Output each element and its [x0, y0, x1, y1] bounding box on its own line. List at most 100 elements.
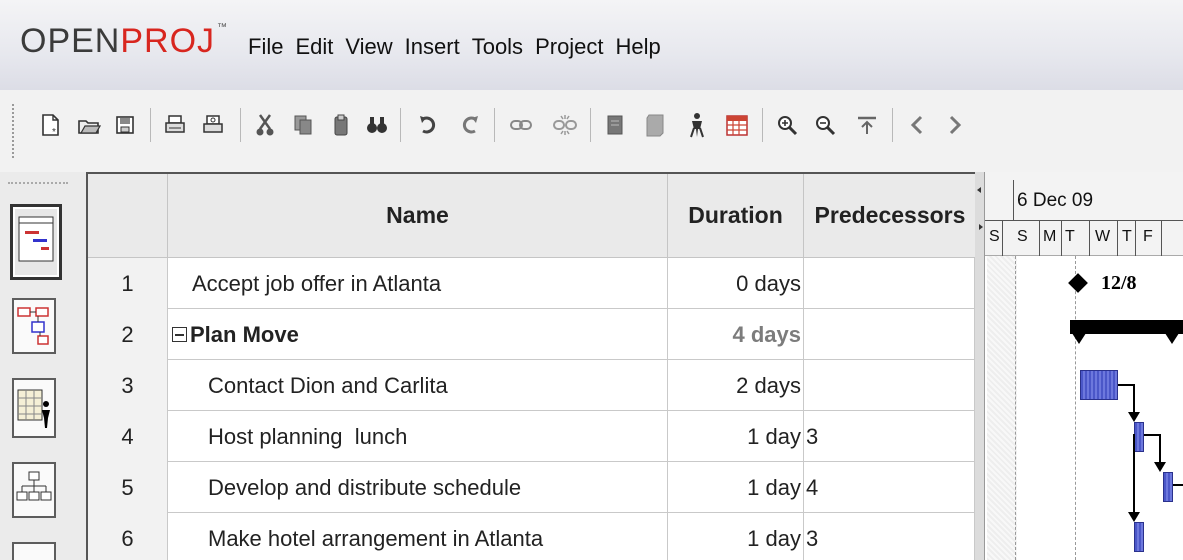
toolbar: * — [0, 90, 1183, 172]
gantt-timescale: 6 Dec 09 S S M T W T F — [985, 172, 1183, 256]
task-predecessors[interactable]: 3 — [804, 411, 975, 462]
milestone-label: 12/8 — [1101, 272, 1137, 294]
dependency-arrow — [1154, 462, 1166, 472]
day-divider — [1161, 220, 1162, 256]
resource-view-button[interactable] — [12, 378, 56, 438]
gantt-chart[interactable]: 6 Dec 09 S S M T W T F 12/8 — [985, 172, 1183, 560]
task-name[interactable]: Contact Dion and Carlita — [168, 360, 668, 411]
task-name[interactable]: Develop and distribute schedule — [168, 462, 668, 513]
scroll-right-icon[interactable] — [940, 110, 970, 140]
cut-icon[interactable] — [250, 110, 280, 140]
task-name-cell[interactable]: Plan Move — [168, 309, 668, 360]
menu-insert[interactable]: Insert — [403, 34, 462, 60]
task-duration[interactable]: 4 days — [668, 309, 804, 360]
toolbar-separator — [590, 108, 591, 142]
toolbar-separator — [240, 108, 241, 142]
table-row[interactable]: 5 Develop and distribute schedule 1 day … — [88, 462, 977, 513]
task-info-icon[interactable] — [600, 110, 630, 140]
network-view-icon — [17, 307, 49, 345]
notes-icon[interactable] — [640, 110, 670, 140]
task-bar[interactable] — [1163, 472, 1173, 502]
more-view-button[interactable] — [12, 542, 56, 560]
unlink-icon[interactable] — [550, 110, 580, 140]
gantt-view-button[interactable] — [10, 204, 62, 280]
row-number[interactable]: 5 — [88, 462, 168, 513]
toolbar-grip[interactable] — [12, 104, 16, 158]
task-duration[interactable]: 0 days — [668, 258, 804, 309]
print-icon[interactable] — [160, 110, 190, 140]
task-predecessors[interactable]: 3 — [804, 513, 975, 560]
day-label: F — [1143, 228, 1153, 245]
summary-bar-end — [1163, 330, 1181, 344]
calendar-icon[interactable] — [722, 110, 752, 140]
table-row[interactable]: 2 Plan Move 4 days — [88, 309, 977, 360]
scroll-to-task-icon[interactable] — [852, 110, 882, 140]
gantt-gridline — [1075, 256, 1076, 560]
day-label: S — [1017, 228, 1028, 245]
scroll-left-icon[interactable] — [902, 110, 932, 140]
day-divider — [1002, 220, 1003, 256]
row-number[interactable]: 2 — [88, 309, 168, 360]
row-number[interactable]: 1 — [88, 258, 168, 309]
task-name[interactable]: Make hotel arrangement in Atlanta — [168, 513, 668, 560]
menu-project[interactable]: Project — [533, 34, 605, 60]
logo-open-text: OPEN — [20, 22, 121, 60]
task-predecessors[interactable] — [804, 309, 975, 360]
find-icon[interactable] — [362, 110, 392, 140]
timescale-week-label: 6 Dec 09 — [1017, 190, 1094, 211]
header-row-number[interactable] — [88, 174, 168, 258]
menu-view[interactable]: View — [343, 34, 394, 60]
task-predecessors[interactable]: 4 — [804, 462, 975, 513]
open-icon[interactable] — [74, 110, 104, 140]
day-label: W — [1095, 228, 1111, 245]
task-bar[interactable] — [1134, 422, 1144, 452]
link-icon[interactable] — [506, 110, 536, 140]
row-number[interactable]: 6 — [88, 513, 168, 560]
zoom-out-icon[interactable] — [810, 110, 840, 140]
task-duration[interactable]: 1 day — [668, 411, 804, 462]
wbs-view-button[interactable] — [12, 462, 56, 518]
table-row[interactable]: 6 Make hotel arrangement in Atlanta 1 da… — [88, 513, 977, 560]
header-predecessors[interactable]: Predecessors — [804, 174, 977, 258]
save-icon[interactable] — [110, 110, 140, 140]
task-name[interactable]: Accept job offer in Atlanta — [168, 258, 668, 309]
menu-edit[interactable]: Edit — [293, 34, 335, 60]
redo-icon[interactable] — [456, 110, 486, 140]
new-icon[interactable]: * — [36, 110, 66, 140]
copy-icon[interactable] — [288, 110, 318, 140]
day-label: T — [1065, 228, 1075, 245]
task-bar[interactable] — [1134, 522, 1144, 552]
resource-icon[interactable] — [682, 110, 712, 140]
table-row[interactable]: 3 Contact Dion and Carlita 2 days — [88, 360, 977, 411]
task-duration[interactable]: 1 day — [668, 513, 804, 560]
day-divider — [1061, 220, 1062, 256]
task-duration[interactable]: 2 days — [668, 360, 804, 411]
menu-help[interactable]: Help — [614, 34, 663, 60]
toolbar-separator — [150, 108, 151, 142]
print-preview-icon[interactable] — [198, 110, 228, 140]
task-bar[interactable] — [1080, 370, 1118, 400]
header-name[interactable]: Name — [168, 174, 668, 258]
task-predecessors[interactable] — [804, 258, 975, 309]
network-view-button[interactable] — [12, 298, 56, 354]
table-row[interactable]: 1 Accept job offer in Atlanta 0 days — [88, 258, 977, 309]
app-logo: OPENPROJ ™ — [20, 22, 228, 61]
row-number[interactable]: 4 — [88, 411, 168, 462]
dependency-link — [1173, 484, 1183, 486]
menu-file[interactable]: File — [246, 34, 285, 60]
dependency-link — [1133, 434, 1135, 514]
row-number[interactable]: 3 — [88, 360, 168, 411]
collapse-icon[interactable] — [172, 327, 187, 342]
task-name[interactable]: Host planning lunch — [168, 411, 668, 462]
header-duration[interactable]: Duration — [668, 174, 804, 258]
pane-splitter[interactable] — [975, 172, 985, 560]
task-duration[interactable]: 1 day — [668, 462, 804, 513]
menu-tools[interactable]: Tools — [470, 34, 525, 60]
task-predecessors[interactable] — [804, 360, 975, 411]
day-label: T — [1122, 228, 1132, 245]
paste-icon[interactable] — [326, 110, 356, 140]
table-row[interactable]: 4 Host planning lunch 1 day 3 — [88, 411, 977, 462]
zoom-in-icon[interactable] — [772, 110, 802, 140]
undo-icon[interactable] — [412, 110, 442, 140]
milestone-marker[interactable] — [1068, 273, 1088, 293]
